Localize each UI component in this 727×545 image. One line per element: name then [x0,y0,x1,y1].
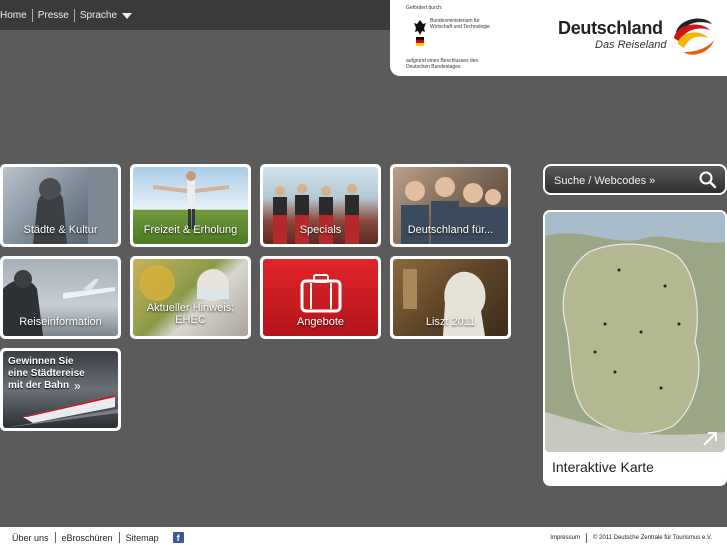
map-svg [545,212,725,452]
nav-divider [31,9,33,22]
tile-image: Aktueller Hinweis: EHEC [133,259,248,336]
footer: Über uns eBroschüren Sitemap f Impressum… [0,527,727,545]
search-webcodes-button[interactable]: Suche / Webcodes » [543,164,727,195]
germany-map-image [545,212,725,452]
impressum-link[interactable]: Impressum [550,535,580,541]
map-label: Interaktive Karte [552,459,654,475]
tile-angebote[interactable]: Angebote [260,256,381,339]
tile-freizeit-erholung[interactable]: Freizeit & Erholung [130,164,251,247]
tile-image: Gewinnen Sie eine Städtereise mit der Ba… [3,351,118,428]
footer-divider [585,533,587,543]
tile-image: Deutschland für... [393,167,508,244]
nav-presse-link[interactable]: Presse [38,10,69,21]
copyright-text: © 2011 Deutsche Zentrale für Tourismus e… [592,535,712,541]
tile-image: Angebote [263,259,378,336]
ministry-name: Bundesministerium für Wirtschaft und Tec… [430,18,490,30]
tile-image: Liszt 2011 [393,259,508,336]
footer-legal: Impressum © 2011 Deutsche Zentrale für T… [550,533,712,543]
brand-title[interactable]: Deutschland [558,18,663,39]
search-label: Suche / Webcodes » [554,175,656,187]
top-nav: Home Presse Sprache [0,9,133,22]
tile-staedte-kultur[interactable]: Städte & Kultur [0,164,121,247]
tile-reiseinformation[interactable]: Reiseinformation [0,256,121,339]
tile-label: Freizeit & Erholung [143,224,238,236]
tile-label: Angebote [296,316,345,328]
bundestag-note: aufgrund eines Beschlusses des Deutschen… [406,58,478,70]
sitemap-link[interactable]: Sitemap [126,533,159,543]
footer-links: Über uns eBroschüren Sitemap f [12,532,184,543]
tile-label: Deutschland für... [407,224,494,236]
tile-liszt-2011[interactable]: Liszt 2011 [390,256,511,339]
federal-eagle-icon [414,20,426,46]
footer-divider [118,532,120,543]
funding-note: Gefördert durch: [406,5,443,11]
tile-deutschland-fuer[interactable]: Deutschland für... [390,164,511,247]
double-arrow-right-icon: » [74,379,81,393]
chevron-down-icon [122,12,133,19]
tile-label: Aktueller Hinweis: EHEC [146,302,235,326]
footer-divider [54,532,56,543]
tile-specials[interactable]: Specials [260,164,381,247]
interactive-map-card[interactable]: Interaktive Karte [543,210,727,486]
facebook-icon[interactable]: f [172,532,184,543]
tile-label: Reiseinformation [19,316,102,328]
tile-ehec-notice[interactable]: Aktueller Hinweis: EHEC [130,256,251,339]
tile-label: Liszt 2011 [425,316,476,328]
ebroschueren-link[interactable]: eBroschüren [62,533,113,543]
brand-tagline: Das Reiseland [595,39,667,51]
language-label: Sprache [79,10,118,21]
tile-image: Specials [263,167,378,244]
tile-image: Städte & Kultur [3,167,118,244]
tile-image: Reiseinformation [3,259,118,336]
tile-bahn-promo[interactable]: Gewinnen Sie eine Städtereise mit der Ba… [0,348,121,431]
tile-image: Freizeit & Erholung [133,167,248,244]
nav-divider [73,9,75,22]
tile-label: Specials [299,224,342,236]
nav-home-link[interactable]: Home [0,10,27,21]
ueber-uns-link[interactable]: Über uns [12,533,49,543]
tile-label: Städte & Kultur [23,224,98,236]
germany-travel-logo-icon[interactable] [670,14,716,58]
search-icon [699,171,717,189]
language-dropdown[interactable]: Sprache [79,10,133,21]
logo-panel: Gefördert durch: Bundesministerium für W… [390,0,727,76]
expand-arrow-icon[interactable] [701,430,719,448]
